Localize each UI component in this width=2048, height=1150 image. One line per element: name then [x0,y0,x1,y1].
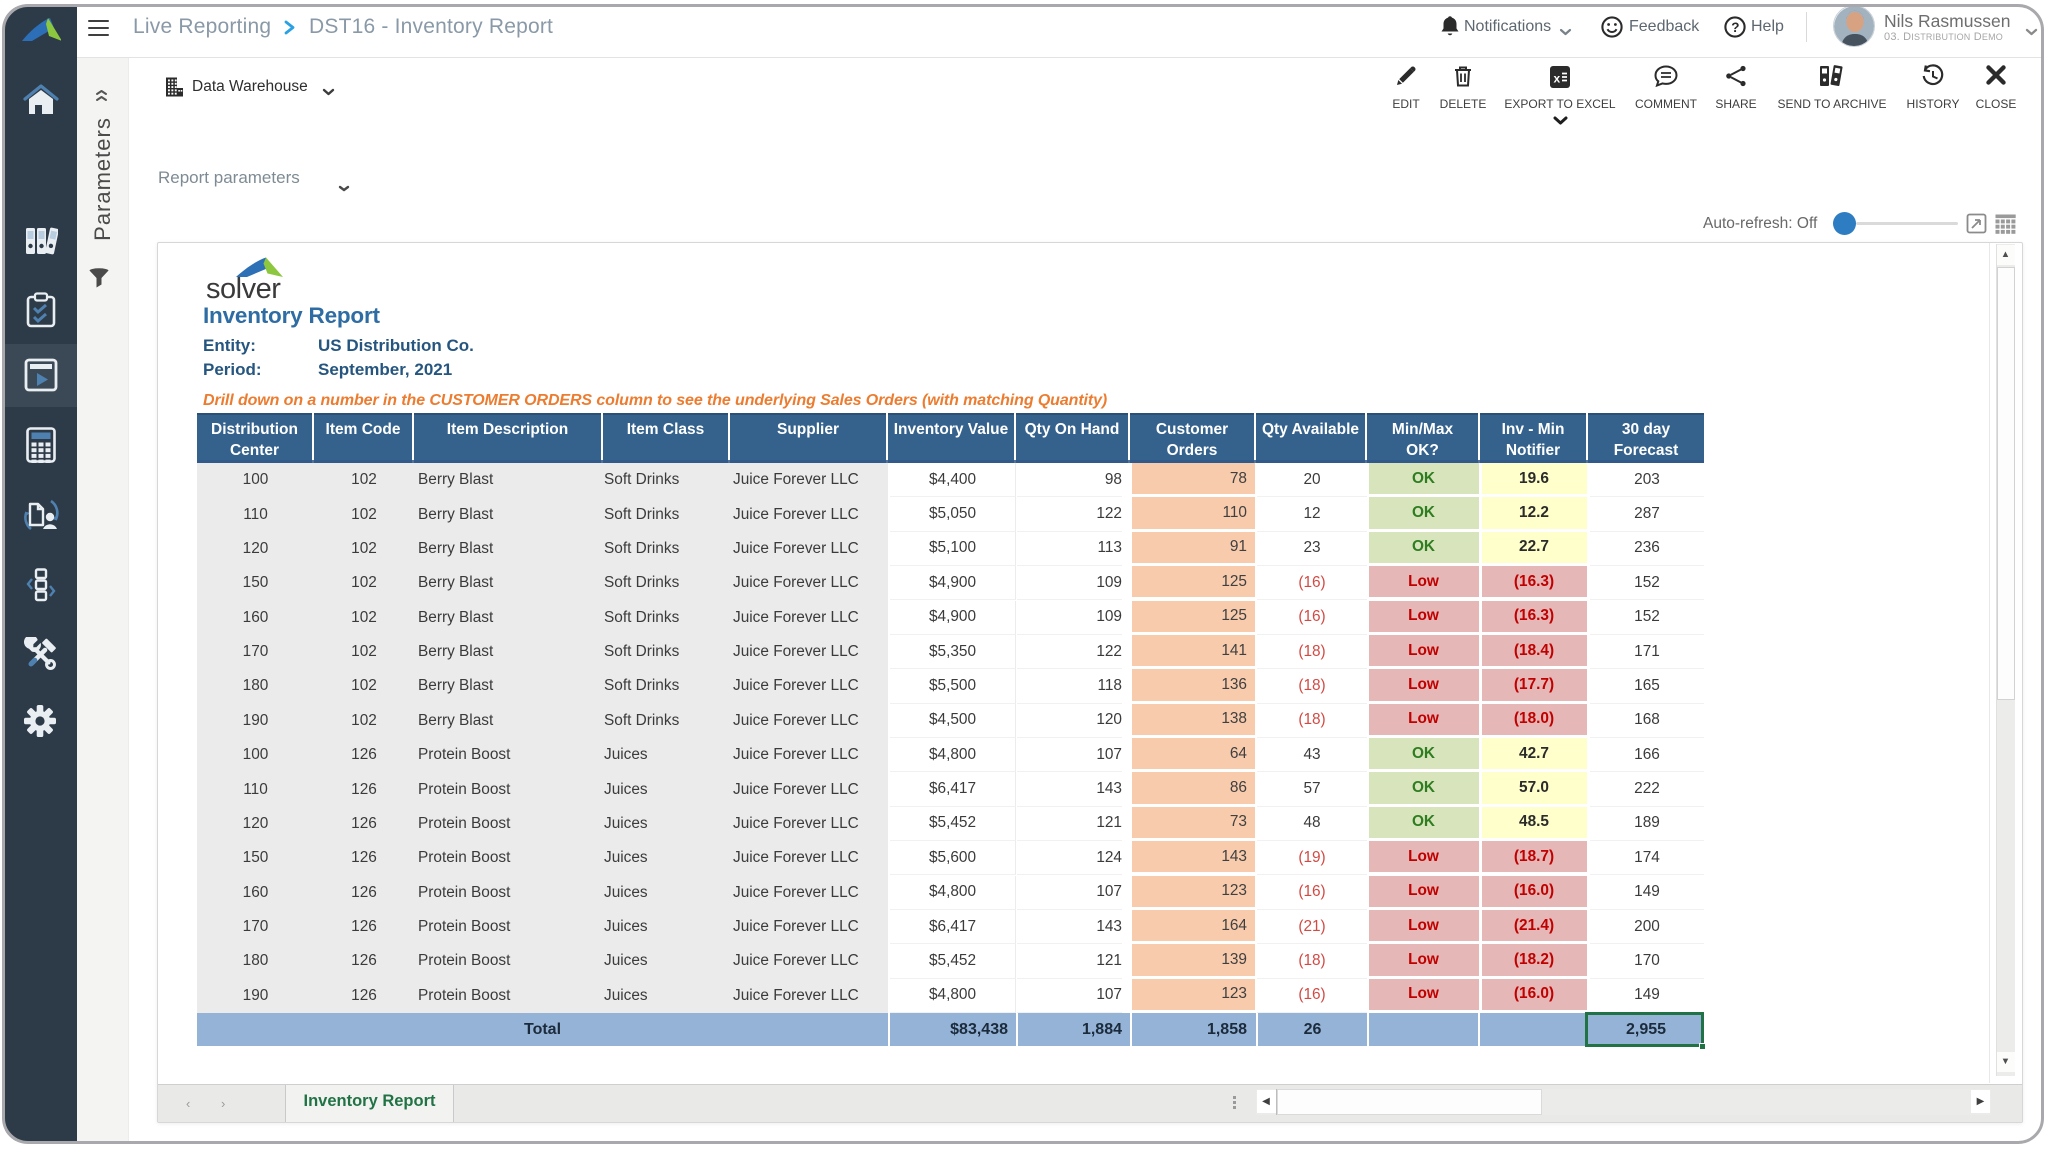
svg-text:x: x [1554,72,1561,86]
svg-text:?: ? [1731,20,1739,35]
